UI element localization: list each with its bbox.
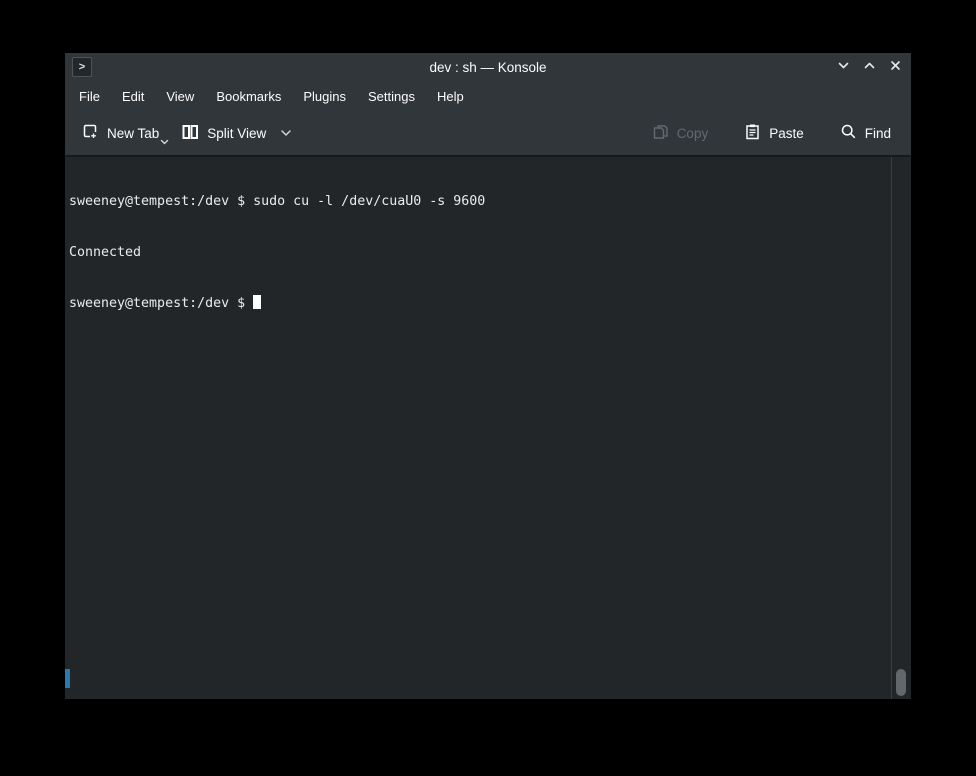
menubar: File Edit View Bookmarks Plugins Setting… xyxy=(65,82,911,111)
terminal-prompt: sweeney@tempest:/dev $ xyxy=(69,296,253,311)
new-tab-label: New Tab xyxy=(107,126,159,141)
terminal-prompt-line: sweeney@tempest:/dev $ xyxy=(69,295,887,312)
find-button[interactable]: Find xyxy=(836,117,895,149)
konsole-app-icon[interactable]: > xyxy=(72,57,92,77)
terminal-cursor xyxy=(253,295,261,309)
menu-edit[interactable]: Edit xyxy=(111,84,155,109)
close-icon xyxy=(889,59,902,77)
new-tab-icon xyxy=(81,123,99,144)
copy-icon xyxy=(652,123,669,143)
find-label: Find xyxy=(865,126,891,141)
scrollbar-track[interactable] xyxy=(891,157,911,699)
new-tab-dropdown-icon[interactable] xyxy=(160,133,169,148)
search-icon xyxy=(840,123,857,143)
maximize-button[interactable] xyxy=(862,60,877,75)
menu-plugins[interactable]: Plugins xyxy=(292,84,357,109)
menu-view[interactable]: View xyxy=(155,84,205,109)
split-view-button[interactable]: Split View xyxy=(177,117,296,150)
split-view-dropdown-icon[interactable] xyxy=(280,129,292,137)
paste-label: Paste xyxy=(769,126,804,141)
paste-icon xyxy=(744,123,761,143)
new-tab-button[interactable]: New Tab xyxy=(77,117,163,150)
chevron-down-icon xyxy=(837,59,850,77)
paste-button[interactable]: Paste xyxy=(740,117,808,149)
menu-settings[interactable]: Settings xyxy=(357,84,426,109)
menu-file[interactable]: File xyxy=(68,84,111,109)
terminal-view[interactable]: sweeney@tempest:/dev $ sudo cu -l /dev/c… xyxy=(65,157,911,699)
titlebar[interactable]: > dev : sh — Konsole xyxy=(65,53,911,82)
menu-help[interactable]: Help xyxy=(426,84,475,109)
scrollbar-thumb[interactable] xyxy=(896,669,906,696)
terminal-output: sweeney@tempest:/dev $ sudo cu -l /dev/c… xyxy=(69,159,887,346)
split-view-icon xyxy=(181,123,199,144)
terminal-line: sweeney@tempest:/dev $ sudo cu -l /dev/c… xyxy=(69,193,887,210)
copy-label: Copy xyxy=(677,126,709,141)
split-view-label: Split View xyxy=(207,126,266,141)
close-button[interactable] xyxy=(888,60,903,75)
chevron-up-icon xyxy=(863,59,876,77)
window-controls xyxy=(836,53,903,82)
terminal-line: Connected xyxy=(69,244,887,261)
menu-bookmarks[interactable]: Bookmarks xyxy=(205,84,292,109)
activity-indicator xyxy=(65,669,70,688)
copy-button[interactable]: Copy xyxy=(648,117,713,149)
konsole-window: > dev : sh — Konsole File Edit View xyxy=(65,53,911,699)
toolbar: New Tab Split View xyxy=(65,111,911,155)
window-title: dev : sh — Konsole xyxy=(65,60,911,75)
minimize-button[interactable] xyxy=(836,60,851,75)
